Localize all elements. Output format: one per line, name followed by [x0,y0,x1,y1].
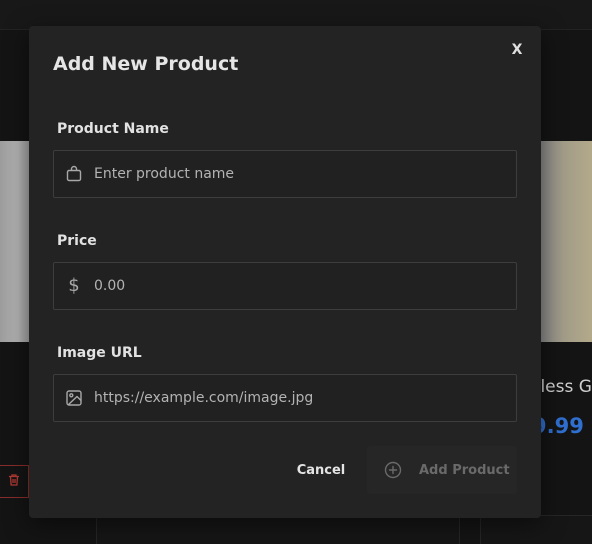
shopping-bag-icon [54,165,94,183]
product-card [480,515,592,544]
price-field[interactable]: $ [53,262,517,310]
page: eless G 9.99 Add New Product X Product N… [0,0,592,544]
product-name-field[interactable] [53,150,517,198]
image-url-field[interactable] [53,374,517,422]
product-card-image [541,141,592,342]
add-product-dialog: Add New Product X Product Name Price $ I… [29,26,541,518]
price-label: Price [57,233,97,249]
dialog-title: Add New Product [53,53,239,75]
plus-circle-icon [383,460,403,480]
product-card-price: 9.99 [541,414,584,438]
product-card [96,515,460,544]
product-name-label: Product Name [57,121,169,137]
delete-product-button[interactable] [0,465,29,498]
image-url-label: Image URL [57,345,142,361]
product-card-title: eless G [541,377,592,397]
product-name-input[interactable] [94,166,516,182]
product-card-image [0,141,29,342]
price-input[interactable] [94,278,516,294]
trash-icon [7,472,21,491]
cancel-button[interactable]: Cancel [289,448,353,492]
image-icon [54,389,94,407]
add-product-button[interactable]: Add Product [367,446,517,494]
add-product-label: Add Product [419,462,510,478]
image-url-input[interactable] [94,390,516,406]
close-button[interactable]: X [508,40,526,60]
dollar-icon: $ [68,275,80,296]
